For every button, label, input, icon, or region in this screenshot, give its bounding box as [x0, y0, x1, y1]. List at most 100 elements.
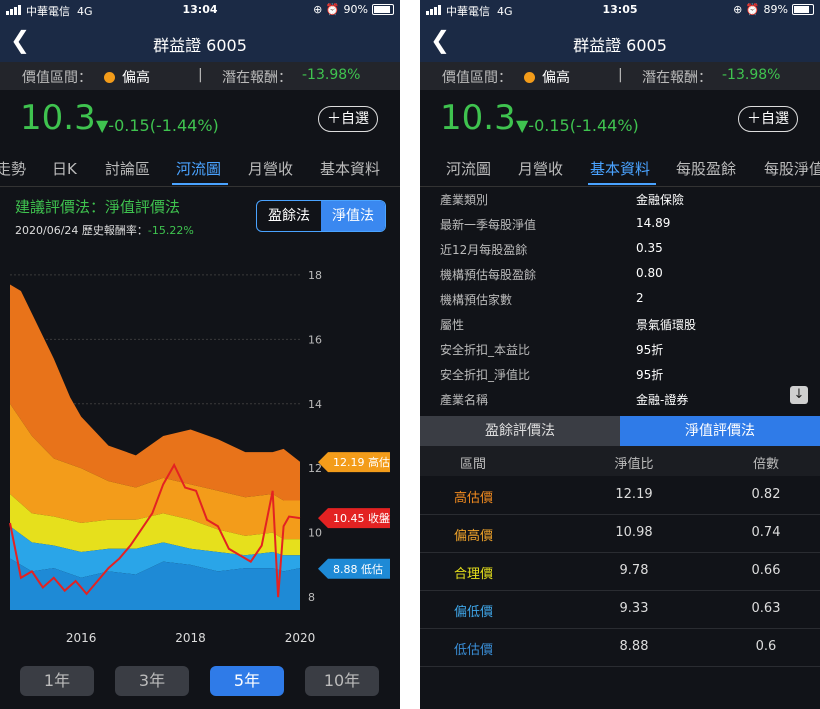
alarm-icon: ⊕ ⏰ — [313, 3, 340, 16]
header-multiple: 倍數 — [752, 457, 779, 472]
battery-percent: 90% — [343, 3, 368, 16]
row-range-name: 高估價 — [454, 491, 494, 506]
info-value: 0.80 — [636, 266, 663, 280]
info-key: 產業名稱 — [440, 393, 489, 407]
info-row: 機構預估每股盈餘 0.80 — [420, 261, 820, 286]
stock-title: 群益證 6005 — [573, 36, 667, 55]
price-change: ▼-0.15(-1.44%) — [516, 116, 639, 135]
tab-river-chart[interactable]: 河流圖 — [176, 158, 221, 179]
return-value: -13.98% — [302, 67, 361, 83]
range-10y-button[interactable]: 10年 — [305, 666, 379, 696]
tab-bar: 走勢 日K 討論區 河流圖 月營收 基本資料 — [0, 150, 400, 187]
tab-bar: 河流圖 月營收 基本資料 每股盈餘 每股淨值 — [420, 150, 820, 187]
valuation-level: 偏高 — [542, 70, 570, 86]
tab-monthly-revenue[interactable]: 月營收 — [248, 158, 293, 179]
row-multiple: 0.82 — [751, 487, 781, 502]
row-multiple: 0.63 — [751, 601, 781, 616]
nav-method-button[interactable]: 淨值法 — [321, 201, 385, 231]
row-range-name: 偏低價 — [454, 605, 494, 620]
valuation-band: 價值區間： 偏高 | 潛在報酬： -13.98% — [420, 62, 820, 90]
x-tick-label: 2018 — [175, 631, 206, 645]
tab-discussion[interactable]: 討論區 — [105, 158, 150, 179]
tab-basic-info[interactable]: 基本資料 — [590, 158, 650, 179]
add-watchlist-button[interactable]: ＋自選 — [318, 106, 378, 132]
row-range-name: 偏高價 — [454, 529, 494, 544]
river-chart-screen: 中華電信 4G 13:04 ⊕ ⏰ 90% ❮ 群益證 6005 價值區間： 偏高… — [0, 0, 400, 709]
table-row: 高估價 12.19 0.82 — [420, 476, 820, 515]
info-key: 安全折扣_淨值比 — [440, 368, 531, 382]
x-tick-label: 2020 — [285, 631, 316, 645]
range-1y-button[interactable]: 1年 — [20, 666, 94, 696]
alarm-icon: ⊕ ⏰ — [733, 3, 760, 16]
header-range: 區間 — [460, 457, 487, 472]
divider: | — [198, 67, 203, 83]
info-key: 產業類別 — [440, 193, 489, 207]
method-toggle: 盈餘法 淨值法 — [256, 200, 386, 232]
current-price: 10.3 — [20, 98, 96, 138]
info-value: 95折 — [636, 343, 664, 357]
battery-icon — [372, 4, 394, 15]
row-multiple: 0.6 — [755, 639, 777, 654]
stock-title: 群益證 6005 — [153, 36, 247, 55]
valuation-label: 價值區間： — [22, 70, 92, 86]
valuation-table-header: 區間 淨值比 倍數 — [420, 446, 820, 476]
end-label-text: 10.45 收盤 — [333, 511, 390, 525]
tab-river-chart[interactable]: 河流圖 — [446, 158, 491, 179]
y-tick-label: 8 — [308, 591, 315, 604]
row-multiple: 0.66 — [751, 563, 781, 578]
row-pbr: 10.98 — [615, 525, 653, 540]
level-dot-icon — [104, 72, 115, 83]
tab-trend[interactable]: 走勢 — [0, 158, 26, 179]
row-range-name: 低估價 — [454, 643, 494, 658]
level-dot-icon — [524, 72, 535, 83]
info-row: 機構預估家數 2 — [420, 286, 820, 311]
valuation-level: 偏高 — [122, 70, 150, 86]
row-pbr: 9.78 — [619, 563, 649, 578]
info-value: 景氣循環股 — [636, 318, 697, 332]
status-bar: 中華電信 4G 13:04 ⊕ ⏰ 90% — [0, 0, 400, 22]
info-row: 最新一季每股淨值 14.89 — [420, 211, 820, 236]
info-value: 95折 — [636, 368, 664, 382]
basic-info-screen: 中華電信 4G 13:05 ⊕ ⏰ 89% ❮ 群益證 6005 價值區間： 偏高… — [420, 0, 820, 709]
range-5y-button[interactable]: 5年 — [210, 666, 284, 696]
info-key: 最新一季每股淨值 — [440, 218, 537, 232]
info-row: 安全折扣_淨值比 95折 — [420, 361, 820, 386]
y-tick-label: 16 — [308, 333, 322, 346]
active-tab-indicator — [588, 183, 656, 185]
download-icon[interactable]: ↓ — [790, 386, 808, 404]
info-value: 0.35 — [636, 241, 663, 255]
info-key: 安全折扣_本益比 — [440, 343, 531, 357]
return-value: -13.98% — [722, 67, 781, 83]
info-key: 屬性 — [440, 318, 465, 332]
row-pbr: 8.88 — [619, 639, 649, 654]
eps-method-button[interactable]: 盈餘法 — [257, 201, 321, 231]
row-pbr: 9.33 — [619, 601, 649, 616]
tab-nav-per-share[interactable]: 每股淨值 — [764, 158, 820, 179]
valuation-band: 價值區間： 偏高 | 潛在報酬： -13.98% — [0, 62, 400, 90]
range-3y-button[interactable]: 3年 — [115, 666, 189, 696]
eps-valuation-tab[interactable]: 盈餘評價法 — [420, 416, 620, 446]
info-key: 近12月每股盈餘 — [440, 243, 528, 257]
table-row: 低估價 8.88 0.6 — [420, 628, 820, 667]
info-row: 近12月每股盈餘 0.35 — [420, 236, 820, 261]
row-pbr: 12.19 — [615, 487, 653, 502]
row-multiple: 0.74 — [751, 525, 781, 540]
add-watchlist-button[interactable]: ＋自選 — [738, 106, 798, 132]
info-value: 金融-證券 — [636, 393, 689, 407]
tab-basic-info[interactable]: 基本資料 — [320, 158, 380, 179]
tab-monthly-revenue[interactable]: 月營收 — [518, 158, 563, 179]
tab-daily-k[interactable]: 日K — [52, 158, 77, 179]
header-pbr: 淨值比 — [614, 457, 654, 472]
nav-valuation-tab[interactable]: 淨值評價法 — [620, 416, 820, 446]
info-value: 金融保險 — [636, 193, 685, 207]
tab-eps[interactable]: 每股盈餘 — [676, 158, 736, 179]
table-row: 合理價 9.78 0.66 — [420, 552, 820, 591]
info-row: 屬性 景氣循環股 — [420, 311, 820, 336]
info-key: 機構預估每股盈餘 — [440, 268, 537, 282]
return-label: 潛在報酬： — [642, 70, 712, 86]
y-tick-label: 14 — [308, 398, 322, 411]
history-return: 2020/06/24 歷史報酬率：-15.22% — [15, 224, 194, 237]
battery-percent: 89% — [763, 3, 788, 16]
info-row: 產業類別 金融保險 — [420, 186, 820, 211]
table-row: 偏低價 9.33 0.63 — [420, 590, 820, 629]
